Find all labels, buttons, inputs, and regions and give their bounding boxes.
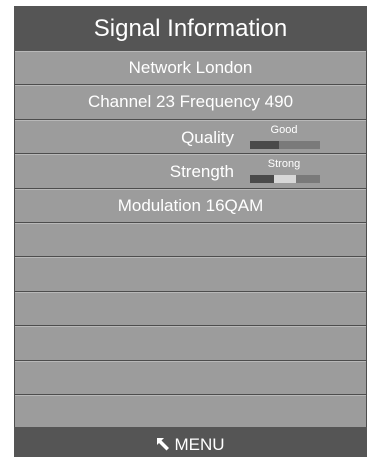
empty-row [15, 222, 366, 257]
channel-row: Channel 23 Frequency 490 [15, 85, 366, 119]
strength-rating: Strong [267, 158, 301, 171]
strength-label: Strength [169, 162, 234, 182]
menu-button[interactable]: MENU [14, 427, 367, 457]
signal-information-panel: Signal Information Network London Channe… [14, 6, 367, 457]
strength-meter-highlight [274, 175, 296, 184]
empty-row [15, 257, 366, 291]
quality-label: Quality [181, 127, 234, 147]
quality-meter-track [250, 140, 320, 149]
modulation-text: Modulation 16QAM [117, 195, 264, 215]
menu-label: MENU [174, 435, 225, 454]
network-text: Network London [128, 58, 253, 77]
quality-meter: Good [248, 124, 320, 150]
strength-meter: Strong [248, 158, 320, 184]
quality-meter-fill [250, 140, 279, 149]
strength-row: Strength Strong [15, 154, 366, 188]
empty-row [15, 360, 366, 394]
network-row: Network London [15, 51, 366, 85]
empty-row [15, 326, 366, 360]
empty-row [15, 394, 366, 429]
dialog-title: Signal Information [14, 6, 367, 51]
info-rows: Network London Channel 23 Frequency 490 … [15, 51, 366, 429]
quality-row: Quality Good [15, 119, 366, 154]
channel-frequency-text: Channel 23 Frequency 490 [87, 92, 294, 112]
strength-meter-track [250, 175, 320, 184]
modulation-row: Modulation 16QAM [15, 188, 366, 222]
empty-row [15, 291, 366, 326]
quality-rating: Good [270, 123, 298, 136]
return-arrow-icon [156, 428, 170, 451]
